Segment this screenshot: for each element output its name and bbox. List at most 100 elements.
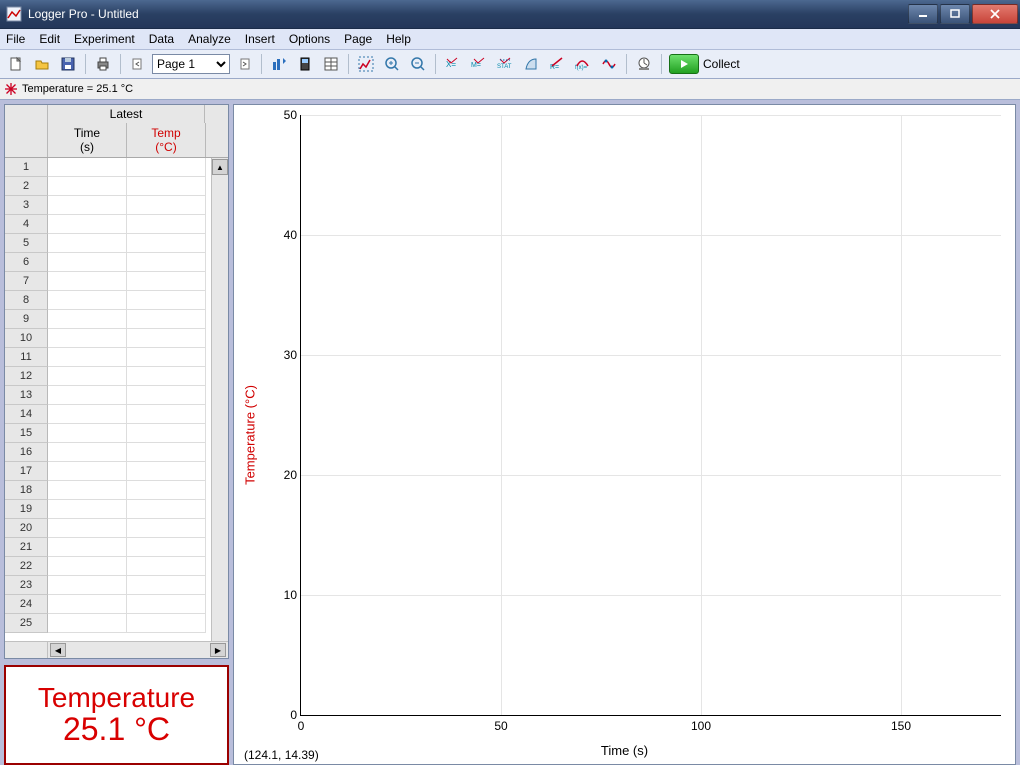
table-row[interactable]: 9: [5, 310, 228, 329]
table-row[interactable]: 2: [5, 177, 228, 196]
table-row[interactable]: 13: [5, 386, 228, 405]
plot-area[interactable]: 05010015001020304050: [300, 115, 1001, 716]
cell-temp[interactable]: [127, 424, 206, 443]
table-row[interactable]: 1: [5, 158, 228, 177]
scroll-right-icon[interactable]: ▶: [210, 643, 226, 657]
table-row[interactable]: 19: [5, 500, 228, 519]
open-button[interactable]: [30, 52, 54, 76]
cell-temp[interactable]: [127, 196, 206, 215]
cell-time[interactable]: [48, 177, 127, 196]
cell-temp[interactable]: [127, 234, 206, 253]
close-button[interactable]: [972, 4, 1018, 24]
cell-temp[interactable]: [127, 538, 206, 557]
cell-temp[interactable]: [127, 367, 206, 386]
menu-insert[interactable]: Insert: [245, 32, 275, 46]
page-selector[interactable]: Page 1: [152, 54, 230, 74]
stats-button[interactable]: STAT: [493, 52, 517, 76]
cell-time[interactable]: [48, 272, 127, 291]
cell-time[interactable]: [48, 405, 127, 424]
table-row[interactable]: 23: [5, 576, 228, 595]
zoom-in-button[interactable]: [380, 52, 404, 76]
table-row[interactable]: 24: [5, 595, 228, 614]
cell-time[interactable]: [48, 424, 127, 443]
maximize-button[interactable]: [940, 4, 970, 24]
cell-temp[interactable]: [127, 348, 206, 367]
cell-time[interactable]: [48, 519, 127, 538]
menu-help[interactable]: Help: [386, 32, 411, 46]
cell-temp[interactable]: [127, 595, 206, 614]
data-table[interactable]: Latest Time (s) Temp (°C) 12345678910111…: [4, 104, 229, 659]
zoom-out-button[interactable]: [406, 52, 430, 76]
cell-time[interactable]: [48, 538, 127, 557]
table-row[interactable]: 3: [5, 196, 228, 215]
table-vscrollbar[interactable]: ▲: [211, 158, 228, 641]
table-hscrollbar[interactable]: ◀ ▶: [5, 641, 228, 658]
table-row[interactable]: 8: [5, 291, 228, 310]
print-button[interactable]: [91, 52, 115, 76]
col-header-temp[interactable]: Temp (°C): [127, 123, 206, 157]
linear-fit-button[interactable]: R=: [545, 52, 569, 76]
cell-time[interactable]: [48, 614, 127, 633]
cell-temp[interactable]: [127, 500, 206, 519]
table-row[interactable]: 6: [5, 253, 228, 272]
cell-temp[interactable]: [127, 462, 206, 481]
table-row[interactable]: 11: [5, 348, 228, 367]
cell-time[interactable]: [48, 595, 127, 614]
new-button[interactable]: [4, 52, 28, 76]
cell-time[interactable]: [48, 234, 127, 253]
cell-time[interactable]: [48, 291, 127, 310]
cell-time[interactable]: [48, 557, 127, 576]
cell-temp[interactable]: [127, 519, 206, 538]
menu-experiment[interactable]: Experiment: [74, 32, 135, 46]
menu-data[interactable]: Data: [149, 32, 174, 46]
table-row[interactable]: 16: [5, 443, 228, 462]
menu-file[interactable]: File: [6, 32, 25, 46]
data-collection-button[interactable]: [267, 52, 291, 76]
curve-fit-button[interactable]: f(x)=: [571, 52, 595, 76]
integral-button[interactable]: [519, 52, 543, 76]
cell-time[interactable]: [48, 215, 127, 234]
cell-time[interactable]: [48, 443, 127, 462]
cell-time[interactable]: [48, 196, 127, 215]
table-row[interactable]: 10: [5, 329, 228, 348]
cell-temp[interactable]: [127, 443, 206, 462]
table-row[interactable]: 5: [5, 234, 228, 253]
collect-button[interactable]: Collect: [667, 53, 746, 75]
cell-temp[interactable]: [127, 576, 206, 595]
table-row[interactable]: 7: [5, 272, 228, 291]
next-page-button[interactable]: [232, 52, 256, 76]
table-row[interactable]: 21: [5, 538, 228, 557]
table-row[interactable]: 15: [5, 424, 228, 443]
table-row[interactable]: 4: [5, 215, 228, 234]
table-row[interactable]: 12: [5, 367, 228, 386]
device-button[interactable]: [293, 52, 317, 76]
cell-time[interactable]: [48, 500, 127, 519]
table-row[interactable]: 22: [5, 557, 228, 576]
table-row[interactable]: 17: [5, 462, 228, 481]
autoscale-button[interactable]: [354, 52, 378, 76]
prev-page-button[interactable]: [126, 52, 150, 76]
col-header-time[interactable]: Time (s): [48, 123, 127, 157]
cell-time[interactable]: [48, 462, 127, 481]
cell-temp[interactable]: [127, 386, 206, 405]
tangent-button[interactable]: M=: [467, 52, 491, 76]
cell-temp[interactable]: [127, 614, 206, 633]
cell-time[interactable]: [48, 158, 127, 177]
cell-time[interactable]: [48, 310, 127, 329]
table-row[interactable]: 18: [5, 481, 228, 500]
cell-temp[interactable]: [127, 177, 206, 196]
cell-temp[interactable]: [127, 215, 206, 234]
cell-time[interactable]: [48, 253, 127, 272]
cell-temp[interactable]: [127, 557, 206, 576]
cell-temp[interactable]: [127, 329, 206, 348]
cell-time[interactable]: [48, 329, 127, 348]
model-button[interactable]: [597, 52, 621, 76]
temperature-meter[interactable]: Temperature 25.1 °C: [4, 665, 229, 765]
cell-temp[interactable]: [127, 291, 206, 310]
examine-button[interactable]: X=: [441, 52, 465, 76]
cell-time[interactable]: [48, 348, 127, 367]
cell-temp[interactable]: [127, 310, 206, 329]
cell-temp[interactable]: [127, 405, 206, 424]
cell-time[interactable]: [48, 386, 127, 405]
data-collection-config-button[interactable]: [632, 52, 656, 76]
